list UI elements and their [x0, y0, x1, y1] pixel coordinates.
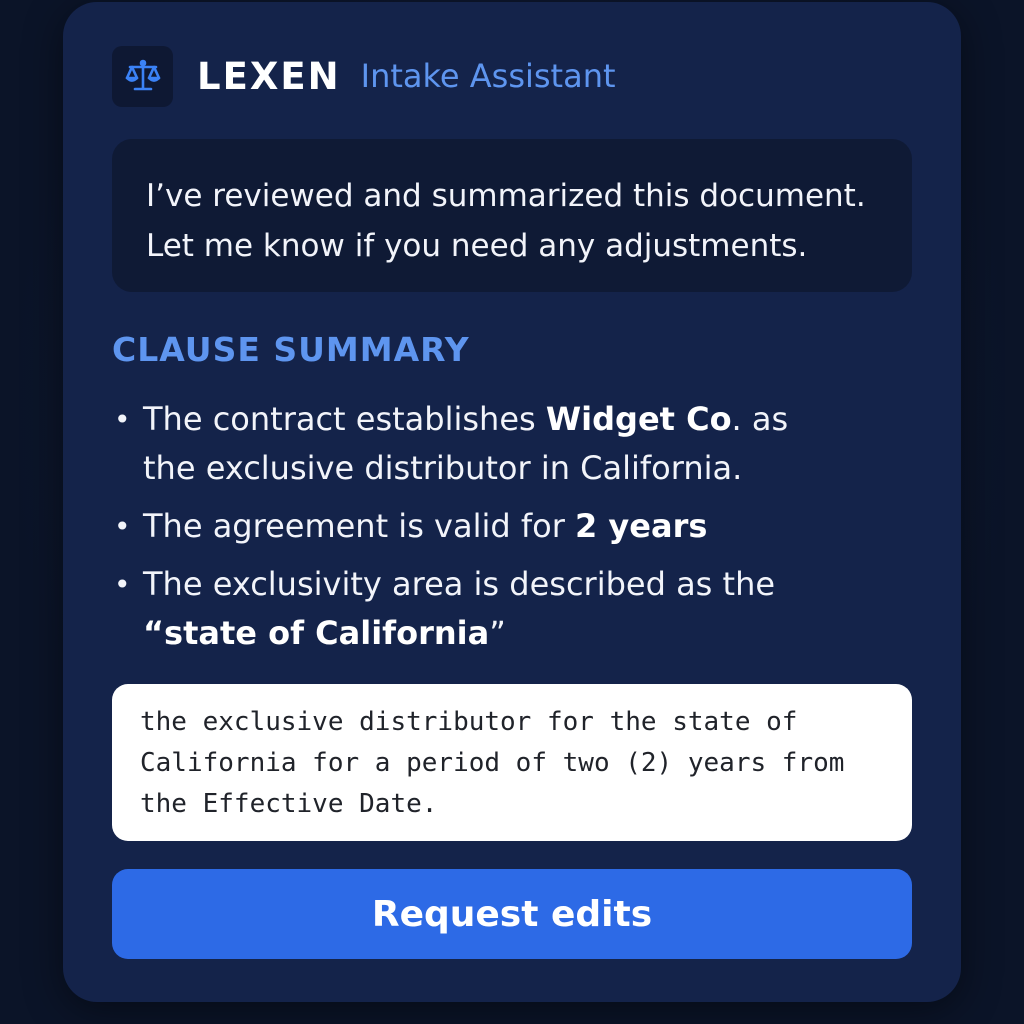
header: LEXEN Intake Assistant: [112, 45, 616, 107]
message-line: I’ve reviewed and summarized this docume…: [146, 178, 866, 214]
section-title: CLAUSE SUMMARY: [112, 330, 470, 369]
bullet-icon: •: [114, 510, 131, 543]
summary-text: The agreement is valid for: [143, 507, 576, 545]
summary-item: • The exclusivity area is described as th…: [112, 560, 843, 658]
request-edits-button[interactable]: Request edits: [112, 869, 912, 959]
logo: [112, 45, 173, 107]
scales-of-justice-icon: [125, 59, 160, 91]
summary-highlight: 2 years: [575, 507, 708, 545]
bullet-icon: •: [114, 568, 131, 601]
summary-item: • The agreement is valid for 2 years: [112, 502, 912, 551]
summary-highlight: Widget Co: [545, 400, 732, 438]
summary-list: • The contract establishes Widget Co. as …: [112, 395, 912, 667]
brand-name: LEXEN: [197, 54, 341, 98]
source-excerpt: the exclusive distributor for the state …: [112, 684, 912, 841]
assistant-message: I’ve reviewed and summarized this docume…: [112, 139, 912, 292]
bullet-icon: •: [114, 403, 131, 436]
message-line: Let me know if you need any adjustments.: [146, 228, 808, 264]
summary-item: • The contract establishes Widget Co. as …: [112, 395, 823, 493]
page: LEXEN Intake Assistant I’ve reviewed and…: [0, 0, 1024, 1024]
assistant-card: LEXEN Intake Assistant I’ve reviewed and…: [63, 2, 961, 1002]
summary-text: The exclusivity area is described as the: [143, 565, 776, 603]
summary-highlight: “state of California: [143, 614, 490, 652]
summary-text: The contract establishes: [143, 400, 546, 438]
excerpt-text: the exclusive distributor for the state …: [140, 707, 845, 819]
summary-text: ”: [489, 614, 506, 652]
app-subtitle: Intake Assistant: [360, 57, 616, 95]
